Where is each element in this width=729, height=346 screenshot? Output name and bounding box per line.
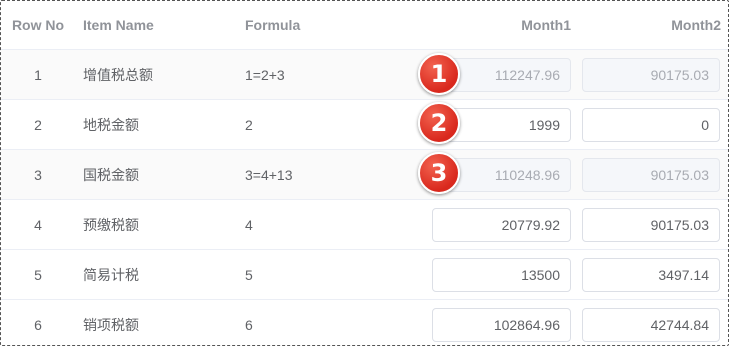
annotation-badge-2: 2 [418, 102, 460, 144]
table-row: 1 增值税总额 1=2+3 [1, 50, 728, 100]
tax-table: Row No Item Name Formula Month1 Month2 1… [1, 1, 728, 345]
item-name-cell: 预缴税额 [83, 216, 139, 233]
header-month1: Month1 [521, 17, 571, 33]
table-row: 5 简易计税 5 [1, 250, 728, 300]
annotation-badge-3: 3 [418, 152, 460, 194]
row-no-cell: 3 [34, 166, 42, 183]
formula-cell: 3=4+13 [245, 166, 293, 183]
table-row: 4 预缴税额 4 [1, 200, 728, 250]
item-name-cell: 国税金额 [83, 166, 139, 183]
month2-input[interactable] [582, 308, 720, 342]
month2-input[interactable] [582, 258, 720, 292]
item-name-cell: 简易计税 [83, 266, 139, 283]
row-no-cell: 1 [34, 66, 42, 83]
row-no-cell: 6 [34, 316, 42, 333]
month1-input[interactable] [432, 258, 571, 292]
formula-cell: 4 [245, 216, 253, 233]
month2-input[interactable] [582, 108, 720, 142]
formula-cell: 6 [245, 316, 253, 333]
row-no-cell: 4 [34, 216, 42, 233]
formula-cell: 2 [245, 116, 253, 133]
header-row-no: Row No [11, 17, 65, 33]
header-item-name: Item Name [83, 17, 154, 33]
header-month2: Month2 [671, 17, 721, 33]
formula-cell: 1=2+3 [245, 66, 285, 83]
table-row: 3 国税金额 3=4+13 [1, 150, 728, 200]
month1-input[interactable] [432, 208, 571, 242]
table-row: 6 销项税额 6 [1, 300, 728, 345]
item-name-cell: 地税金额 [83, 116, 139, 133]
item-name-cell: 增值税总额 [83, 66, 153, 83]
formula-cell: 5 [245, 266, 253, 283]
month2-input [582, 58, 720, 92]
month1-input[interactable] [432, 308, 571, 342]
row-no-cell: 2 [34, 116, 42, 133]
table-frame: Row No Item Name Formula Month1 Month2 1… [0, 0, 729, 346]
table-row: 2 地税金额 2 [1, 100, 728, 150]
header-formula: Formula [245, 17, 301, 33]
month2-input[interactable] [582, 208, 720, 242]
annotation-badge-1: 1 [418, 53, 460, 95]
item-name-cell: 销项税额 [83, 316, 139, 333]
month2-input [582, 158, 720, 192]
table-header: Row No Item Name Formula Month1 Month2 [1, 1, 728, 50]
row-no-cell: 5 [34, 266, 42, 283]
